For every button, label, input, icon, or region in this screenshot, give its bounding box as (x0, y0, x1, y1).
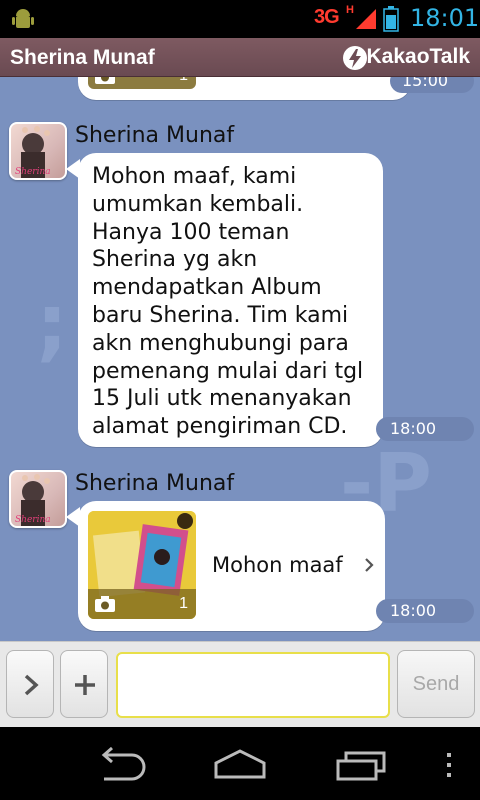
previous-photo-message[interactable]: 1 (78, 77, 411, 100)
svg-text:Sherina: Sherina (15, 167, 51, 177)
message-input-bar: Send (0, 641, 480, 728)
network-type: 3G (314, 6, 340, 28)
expand-button[interactable] (6, 650, 54, 718)
sender-avatar[interactable]: Sherina (9, 122, 67, 180)
status-bar: 3G H 18:01 (0, 0, 480, 38)
bubble-tail (66, 159, 80, 179)
album-thumbnail[interactable]: 1 (88, 511, 196, 619)
profile-photo: Sherina (15, 126, 51, 178)
photo-thumbnail[interactable]: 1 (88, 77, 196, 89)
recent-apps-icon[interactable] (334, 747, 390, 783)
app-name: KakaoTalk (366, 45, 471, 68)
photo-count: 1 (179, 595, 188, 612)
android-debug-icon (12, 9, 34, 28)
bubble-tail (66, 507, 80, 527)
message-input[interactable] (116, 652, 390, 718)
text-message-bubble[interactable]: Mohon maaf, kami umumkan kembali. Hanya … (66, 153, 383, 447)
menu-overflow-icon[interactable] (444, 751, 454, 779)
sender-name: Sherina Munaf (75, 471, 235, 496)
photo-count: 1 (179, 77, 188, 85)
link-title: Mohon maaf (212, 553, 343, 577)
signal-icon (356, 9, 376, 29)
clock: 18:01 (410, 4, 480, 32)
profile-photo: Sherina (15, 474, 51, 526)
chevron-right-icon (24, 674, 39, 696)
message-text: Mohon maaf, kami umumkan kembali. Hanya … (92, 164, 364, 440)
chat-title-bar: Sherina Munaf KakaoTalk (0, 38, 480, 77)
home-icon[interactable] (212, 747, 268, 783)
link-message-bubble[interactable]: 1 Mohon maaf (66, 501, 385, 631)
chat-title: Sherina Munaf (10, 46, 155, 69)
network-subtype: H (346, 4, 354, 16)
battery-icon (383, 6, 399, 32)
add-attachment-button[interactable] (60, 650, 108, 718)
message-time: 18:00 (376, 599, 474, 623)
chat-area[interactable]: ; -P 1 15:00 Sherina Sherina Munaf Mohon… (0, 77, 480, 641)
system-navigation-bar (0, 727, 480, 800)
sender-avatar[interactable]: Sherina (9, 470, 67, 528)
camera-icon (95, 77, 115, 84)
send-button[interactable]: Send (397, 650, 475, 718)
message-time: 18:00 (376, 417, 474, 441)
chevron-right-icon (365, 558, 374, 572)
sender-name: Sherina Munaf (75, 123, 235, 148)
back-icon[interactable] (92, 747, 148, 783)
kakaotalk-logo-icon (343, 46, 367, 70)
message-time: 15:00 (390, 77, 474, 93)
background-emoticon: ; (36, 277, 68, 370)
camera-icon (95, 596, 115, 612)
svg-text:Sherina: Sherina (15, 515, 51, 525)
plus-icon (75, 675, 95, 695)
